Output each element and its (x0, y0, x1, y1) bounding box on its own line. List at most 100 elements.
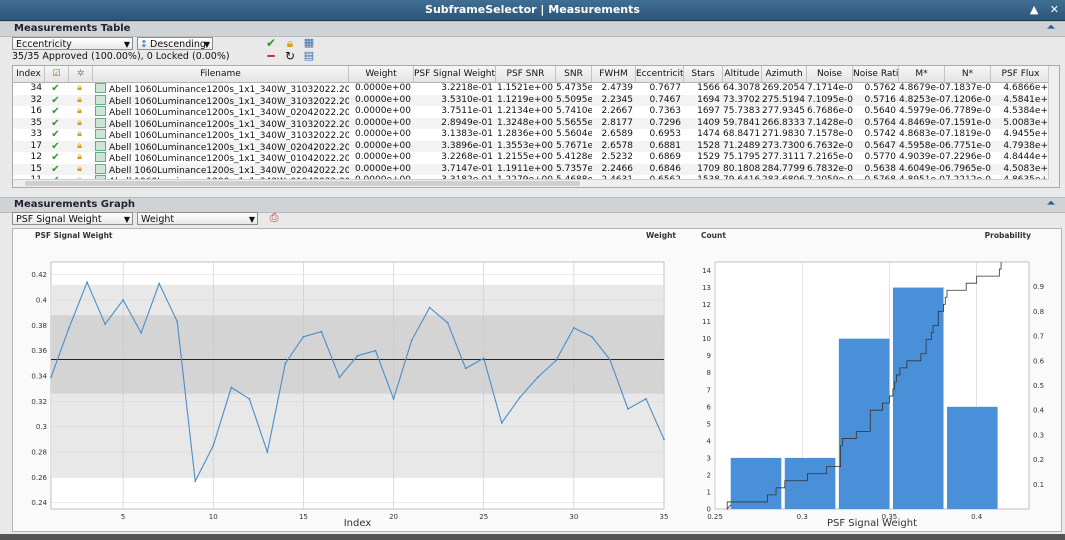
y2-tick-label: 0.9 (1033, 283, 1044, 291)
filename-text: Abell 1060Luminance1200s_1x1_340W_020420… (109, 142, 349, 153)
column-header[interactable]: Altitude (723, 66, 762, 82)
y2-tick-label: 0.7 (1033, 333, 1044, 341)
column-header[interactable]: Index (13, 66, 45, 82)
column-header[interactable]: Azimuth (762, 66, 807, 82)
measurements-table-header[interactable]: Measurements Table ⏶ (0, 21, 1065, 37)
histogram-bar (730, 457, 782, 509)
lock-icon: 🔒︎ (77, 129, 82, 139)
data-point (590, 335, 593, 338)
data-point (645, 397, 647, 400)
y2-property-value: Weight (141, 214, 175, 225)
scroll-thumb[interactable] (25, 181, 580, 186)
table-cell: 1.2836e+00 (496, 129, 553, 139)
table-cell: 16 (30, 106, 42, 116)
table-cell: 3.2268e-01 (441, 152, 493, 162)
lock-icon: 🔒︎ (77, 152, 82, 162)
table-cell: 12 (30, 152, 42, 162)
lock-icon[interactable]: 🔒︎ (283, 36, 297, 50)
measurements-table[interactable]: Index ☑ ✲ Filename Weight PSF Signal Weight PS… (12, 65, 1060, 188)
column-header[interactable]: PSF Flux (991, 66, 1051, 82)
column-header[interactable]: Noise Ratio (853, 66, 899, 82)
y2-tick-label: 0.8 (1033, 308, 1044, 316)
table-cell: 5.5095e+01 (556, 94, 592, 105)
table-cell: Abell 1060Luminance1200s_1x1_340W_020420… (93, 140, 349, 153)
data-point (104, 323, 106, 325)
measurements-graph-header[interactable]: Measurements Graph ⏶ (0, 197, 1065, 213)
shade-button[interactable]: ▲ (1030, 3, 1038, 16)
table-row[interactable]: 35 ✔ 🔒︎ Abell 1060Luminance1200s_1x1_340W_3… (13, 117, 1059, 129)
table-cell: 4.5979e-04 (899, 106, 945, 116)
y-tick-label: 0.28 (31, 449, 47, 457)
column-header[interactable]: ☑ (45, 66, 69, 82)
horizontal-scrollbar[interactable] (13, 179, 1049, 187)
data-point (518, 396, 521, 399)
close-button[interactable]: ✕ (1050, 3, 1059, 16)
table-cell: 1528 (697, 140, 720, 151)
approved-check-icon: ✔ (51, 152, 60, 163)
y2-tick-label: 0.4 (1033, 407, 1045, 415)
column-header[interactable]: FWHM (592, 66, 636, 82)
y-tick-label: 0.32 (31, 398, 47, 406)
table-cell: 34 (30, 83, 42, 93)
table-cell: 0.6953 (649, 129, 682, 139)
table-cell: 0.7296 (649, 117, 682, 128)
y-tick-label: 5 (707, 420, 711, 428)
y2-property-select[interactable]: Weight ▼ (137, 212, 258, 225)
column-header[interactable]: ✲ (69, 66, 93, 82)
histogram-bar (784, 457, 836, 509)
data-point (158, 282, 161, 285)
column-header[interactable]: M* (899, 66, 945, 82)
table-cell: 32 (30, 94, 42, 105)
approve-check-icon[interactable]: ✔ (264, 36, 278, 50)
collapse-icon[interactable]: ⏶ (1047, 22, 1055, 33)
column-header[interactable]: N* (945, 66, 991, 82)
data-point (212, 444, 215, 447)
y-tick-label: 9 (707, 352, 711, 360)
data-point (464, 367, 467, 370)
table-cell: 2.2345 (601, 94, 634, 105)
table-cell: 0.0000e+00 (354, 129, 411, 139)
table-row[interactable]: 32 ✔ 🔒︎ Abell 1060Luminance1200s_1x1_340W_3… (13, 94, 1059, 106)
column-header[interactable]: Weight (349, 66, 414, 82)
file-icon (95, 106, 106, 116)
table-row[interactable]: 17 ✔ 🔒︎ Abell 1060Luminance1200s_1x1_340W_0… (13, 140, 1059, 153)
filename-text: Abell 1060Luminance1200s_1x1_340W_020420… (109, 165, 349, 176)
collapse-icon[interactable]: ⏶ (1047, 198, 1055, 209)
sort-property-select[interactable]: Eccentricity ▼ (12, 37, 133, 50)
column-header[interactable]: Noise (807, 66, 853, 82)
table-cell: 0.5638 (864, 163, 897, 174)
table-cell: 1694 (697, 94, 720, 105)
column-header[interactable]: Eccentricity (636, 66, 684, 82)
file-icon (95, 117, 106, 128)
table-cell: 0.0000e+00 (354, 152, 411, 162)
approved-column-icon: ☑ (52, 69, 61, 79)
title-bar: SubframeSelector | Measurements ▲ ✕ (0, 0, 1065, 21)
refresh-icon[interactable]: ↻ (283, 49, 297, 63)
table-row[interactable]: 12 ✔ 🔒︎ Abell 1060Luminance1200s_1x1_340W_0… (13, 152, 1059, 164)
table-row[interactable]: 34 ✔ 🔒︎ Abell 1060Luminance1200s_1x1_340W_3… (13, 83, 1059, 95)
table-cell: 1529 (697, 152, 720, 162)
table-row[interactable]: 15 ✔ 🔒︎ Abell 1060Luminance1200s_1x1_340W_0… (13, 163, 1059, 176)
pdf-export-icon[interactable]: ⎙ (267, 211, 281, 225)
table-cell: 75.7383 (723, 106, 761, 116)
table-cell: 3.7147e-01 (441, 163, 493, 174)
sort-property-value: Eccentricity (16, 39, 72, 50)
column-header[interactable]: PSF SNR (496, 66, 556, 82)
column-header[interactable]: Stars (684, 66, 723, 82)
column-header[interactable]: SNR (556, 66, 592, 82)
y-property-select[interactable]: PSF Signal Weight ▼ (12, 212, 133, 225)
grid-select-icon[interactable]: ▦ (302, 36, 316, 50)
table-row[interactable]: 33 ✔ 🔒︎ Abell 1060Luminance1200s_1x1_340W_3… (13, 129, 1059, 141)
sort-order-select[interactable]: ↕ Descending ▼ (137, 37, 213, 50)
data-point (122, 299, 125, 301)
table-cell: 3.7511e-01 (441, 106, 493, 116)
column-header[interactable]: Filename (93, 66, 349, 82)
y-tick-label: 0.34 (31, 373, 47, 381)
table-row[interactable]: 16 ✔ 🔒︎ Abell 1060Luminance1200s_1x1_340W_0… (13, 106, 1059, 118)
lock-icon: 🔒︎ (77, 117, 82, 128)
column-header[interactable]: PSF Signal Weight (414, 66, 496, 82)
vertical-scrollbar[interactable] (1048, 66, 1059, 187)
unapprove-minus-icon[interactable]: ━ (264, 49, 278, 63)
export-icon[interactable]: ▤ (302, 49, 316, 63)
table-cell: 71.2489 (723, 140, 761, 151)
